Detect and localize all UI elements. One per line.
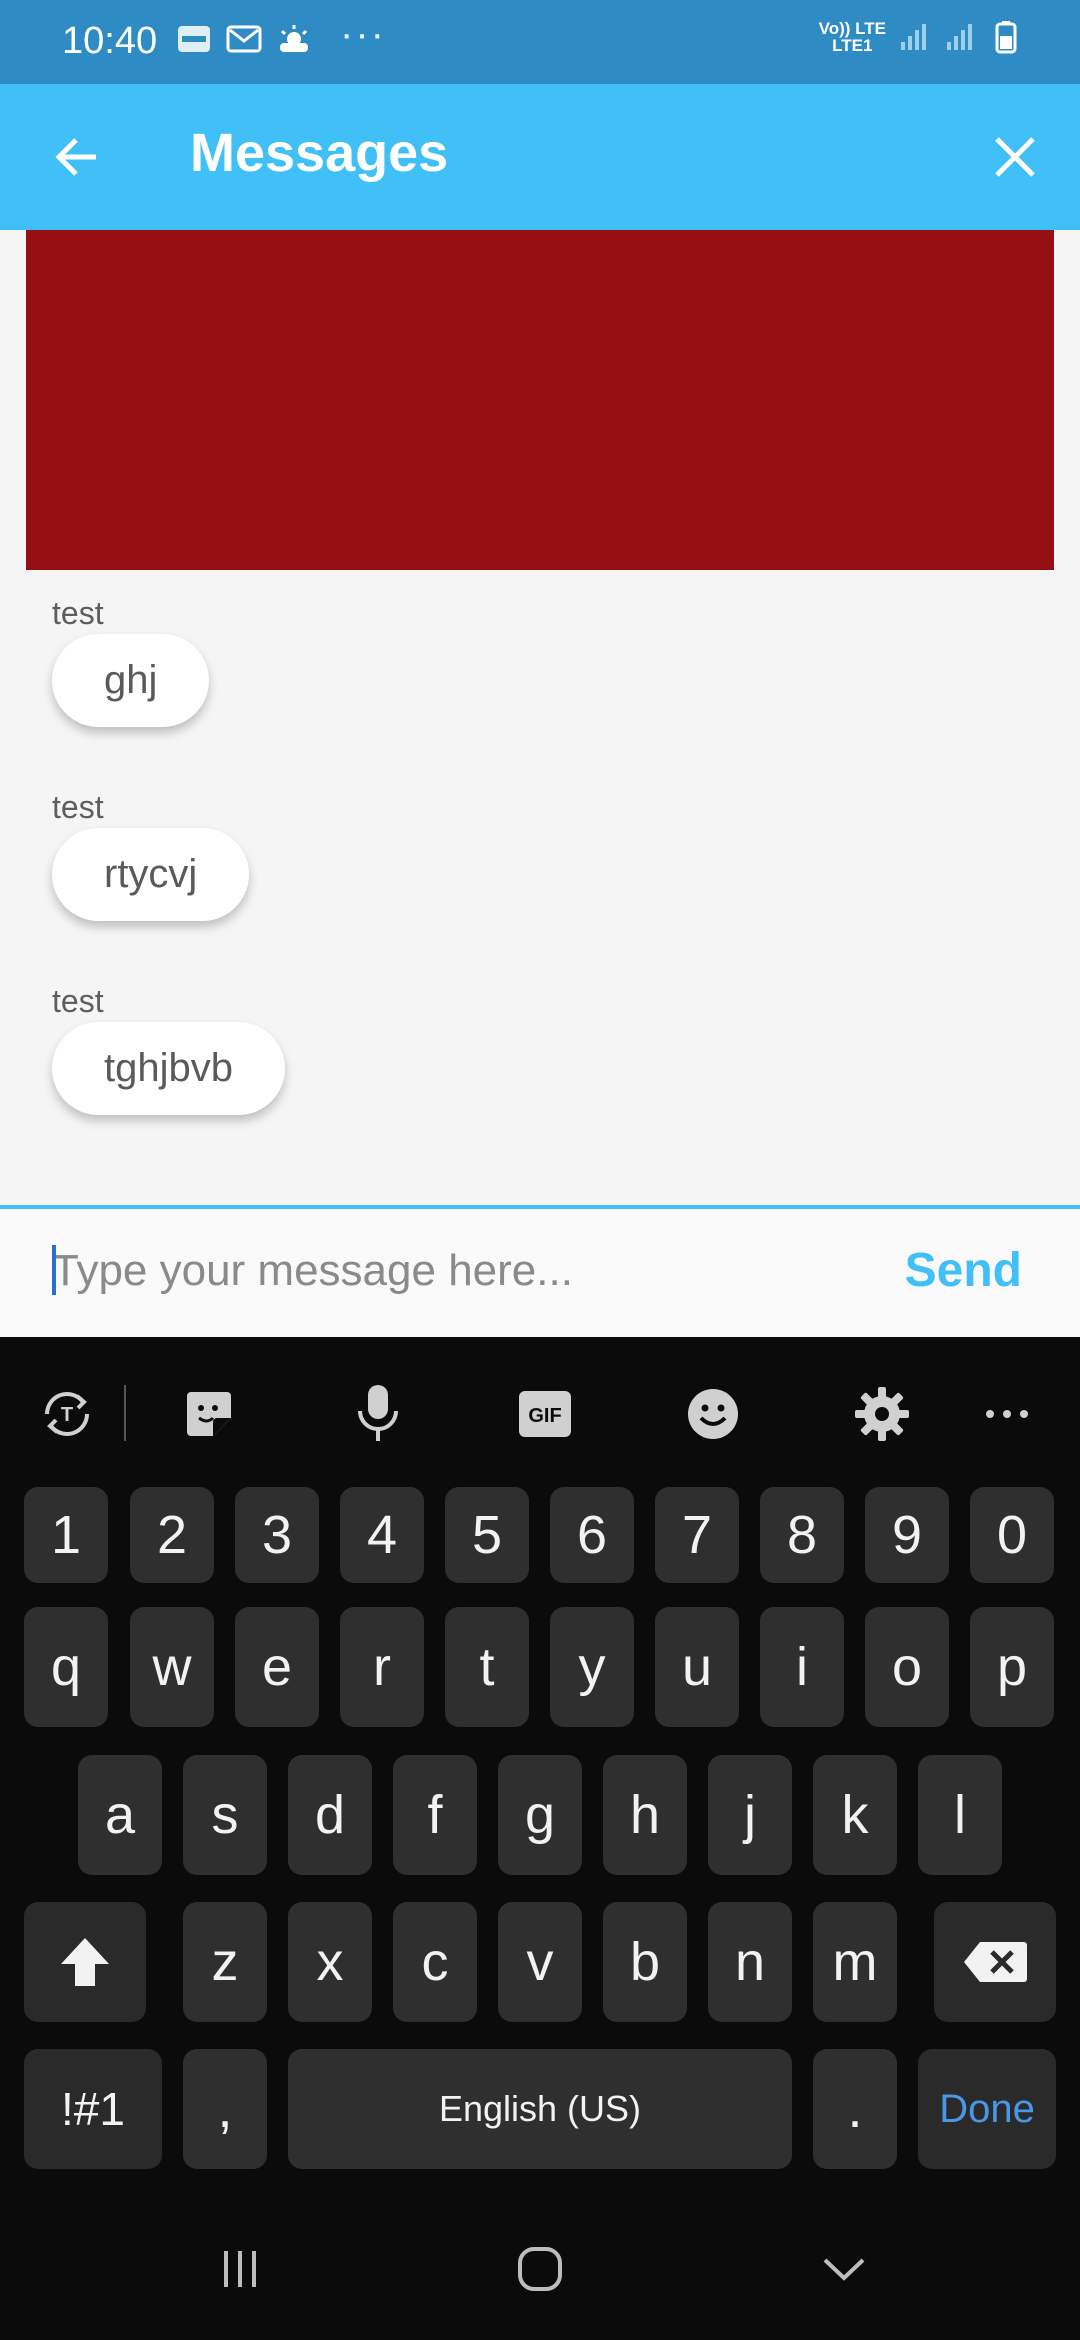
key-7[interactable]: 7 — [655, 1487, 739, 1583]
message-bubble[interactable]: rtycvj — [52, 828, 250, 921]
message-sender: test — [52, 983, 104, 1019]
key-m[interactable]: m — [813, 1902, 897, 2022]
space-key[interactable]: English (US) — [288, 2049, 792, 2169]
system-nav-bar — [0, 2197, 1080, 2340]
page-title: Messages — [190, 123, 449, 183]
key-5[interactable]: 5 — [445, 1487, 529, 1583]
soft-keyboard: T GIF 1 2 3 4 5 6 7 8 9 0 q w e r t y u … — [0, 1337, 1080, 2197]
key-8[interactable]: 8 — [760, 1487, 844, 1583]
key-b[interactable]: b — [603, 1902, 687, 2022]
key-9[interactable]: 9 — [865, 1487, 949, 1583]
key-s[interactable]: s — [183, 1755, 267, 1875]
network-line2: LTE1 — [832, 36, 873, 55]
period-key[interactable]: . — [813, 2049, 897, 2169]
network-line1: Vo)) LTE — [818, 19, 886, 38]
status-bar: 10:40 ··· Vo)) LTE LTE1 — [0, 0, 1080, 84]
key-u[interactable]: u — [655, 1607, 739, 1727]
toolbar-divider — [124, 1385, 126, 1441]
done-key[interactable]: Done — [918, 2049, 1056, 2169]
key-d[interactable]: d — [288, 1755, 372, 1875]
key-g[interactable]: g — [498, 1755, 582, 1875]
svg-text:T: T — [61, 1404, 73, 1426]
app-bar: Messages — [0, 84, 1080, 230]
key-f[interactable]: f — [393, 1755, 477, 1875]
message-sender: test — [52, 595, 104, 631]
battery-icon — [988, 20, 1024, 54]
home-icon[interactable] — [500, 2239, 580, 2299]
emoji-icon[interactable] — [680, 1381, 746, 1447]
key-y[interactable]: y — [550, 1607, 634, 1727]
send-button[interactable]: Send — [905, 1243, 1022, 1298]
hide-keyboard-icon[interactable] — [804, 2239, 884, 2299]
key-v[interactable]: v — [498, 1902, 582, 2022]
close-icon — [995, 137, 1035, 177]
message-composer: Send — [0, 1205, 1080, 1337]
weather-icon — [276, 22, 312, 56]
settings-icon[interactable] — [849, 1381, 915, 1447]
translate-icon[interactable]: T — [34, 1381, 100, 1447]
keyboard-toolbar: T GIF — [0, 1337, 1080, 1487]
key-o[interactable]: o — [865, 1607, 949, 1727]
message-item: test rtycvj — [52, 789, 250, 921]
key-r[interactable]: r — [340, 1607, 424, 1727]
key-n[interactable]: n — [708, 1902, 792, 2022]
status-system-icons: Vo)) LTE LTE1 — [819, 20, 1024, 54]
key-i[interactable]: i — [760, 1607, 844, 1727]
signal-icon-2 — [942, 20, 978, 54]
key-3[interactable]: 3 — [235, 1487, 319, 1583]
key-x[interactable]: x — [288, 1902, 372, 2022]
shift-key[interactable] — [24, 1902, 146, 2022]
key-p[interactable]: p — [970, 1607, 1054, 1727]
text-cursor — [52, 1245, 56, 1295]
shift-icon — [61, 1938, 109, 1986]
message-list[interactable]: test ghj test rtycvj test tghjbvb — [0, 230, 1080, 1205]
backspace-key[interactable] — [934, 1902, 1056, 2022]
message-input[interactable] — [52, 1241, 852, 1301]
key-j[interactable]: j — [708, 1755, 792, 1875]
key-0[interactable]: 0 — [970, 1487, 1054, 1583]
key-q[interactable]: q — [24, 1607, 108, 1727]
message-bubble[interactable]: tghjbvb — [52, 1022, 285, 1115]
key-4[interactable]: 4 — [340, 1487, 424, 1583]
key-h[interactable]: h — [603, 1755, 687, 1875]
message-item: test tghjbvb — [52, 983, 285, 1115]
message-bubble[interactable]: ghj — [52, 634, 210, 727]
comma-key[interactable]: , — [183, 2049, 267, 2169]
mail-icon — [226, 22, 262, 56]
sticker-icon[interactable] — [176, 1381, 242, 1447]
paytm-icon — [176, 22, 212, 56]
key-1[interactable]: 1 — [24, 1487, 108, 1583]
key-6[interactable]: 6 — [550, 1487, 634, 1583]
key-l[interactable]: l — [918, 1755, 1002, 1875]
key-k[interactable]: k — [813, 1755, 897, 1875]
key-z[interactable]: z — [183, 1902, 267, 2022]
network-label: Vo)) LTE LTE1 — [819, 20, 886, 54]
signal-icon — [896, 20, 932, 54]
arrow-back-icon — [55, 138, 96, 176]
backspace-icon — [964, 1942, 1027, 1982]
status-time: 10:40 — [62, 20, 158, 62]
key-e[interactable]: e — [235, 1607, 319, 1727]
back-button[interactable] — [42, 122, 112, 192]
recents-icon[interactable] — [200, 2239, 280, 2299]
gif-label: GIF — [528, 1405, 561, 1427]
more-icon[interactable] — [974, 1381, 1040, 1447]
key-a[interactable]: a — [78, 1755, 162, 1875]
key-w[interactable]: w — [130, 1607, 214, 1727]
key-2[interactable]: 2 — [130, 1487, 214, 1583]
status-notification-icons — [176, 22, 312, 56]
symbols-key[interactable]: !#1 — [24, 2049, 162, 2169]
message-item: test ghj — [52, 595, 210, 727]
media-attachment[interactable] — [26, 230, 1054, 570]
key-t[interactable]: t — [445, 1607, 529, 1727]
status-more-dots: ··· — [340, 12, 386, 56]
close-button[interactable] — [980, 122, 1050, 192]
message-sender: test — [52, 789, 104, 825]
microphone-icon[interactable] — [345, 1381, 411, 1447]
key-c[interactable]: c — [393, 1902, 477, 2022]
gif-icon[interactable]: GIF — [512, 1381, 578, 1447]
